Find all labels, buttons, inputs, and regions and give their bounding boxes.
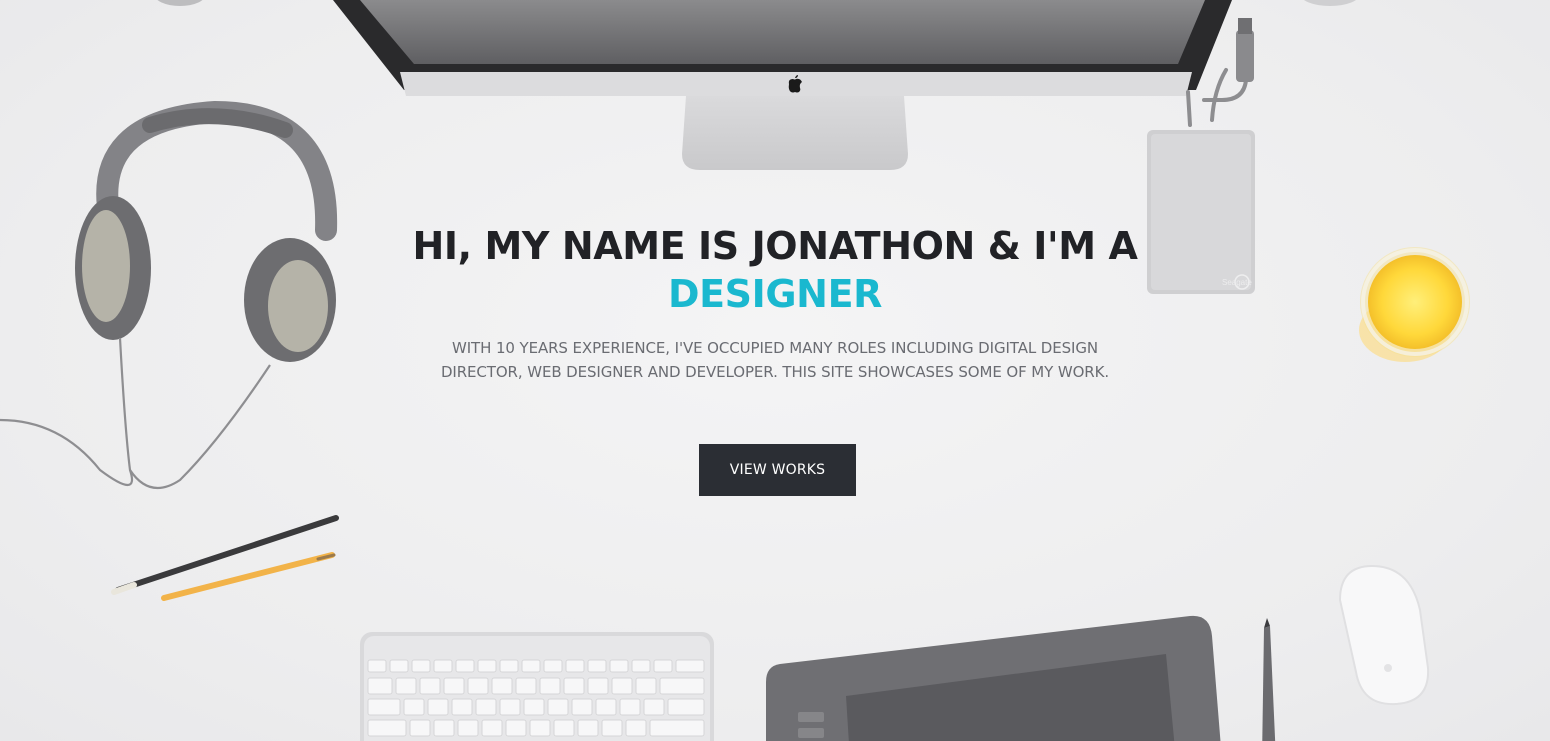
pencils-illustration [111, 515, 339, 601]
hero-content: HI, MY NAME IS JONATHON & I'M A DESIGNER… [0, 222, 1550, 384]
hero-headline-text: HI, MY NAME IS JONATHON & I'M A [412, 224, 1138, 268]
drawing-tablet-illustration [766, 615, 1221, 741]
stylus-illustration [1262, 618, 1276, 741]
mouse-illustration [1338, 564, 1430, 706]
hero-tagline: WITH 10 YEARS EXPERIENCE, I'VE OCCUPIED … [440, 339, 1110, 381]
hero-headline: HI, MY NAME IS JONATHON & I'M A DESIGNER [0, 222, 1550, 318]
monitor-illustration [333, 0, 1232, 170]
view-works-button[interactable]: VIEW WORKS [699, 444, 856, 496]
hero-headline-accent: DESIGNER [667, 272, 883, 316]
keyboard-illustration [360, 632, 714, 741]
hero-section: Seagate HI, MY NAME IS JONATHON & I'M A … [0, 0, 1550, 741]
